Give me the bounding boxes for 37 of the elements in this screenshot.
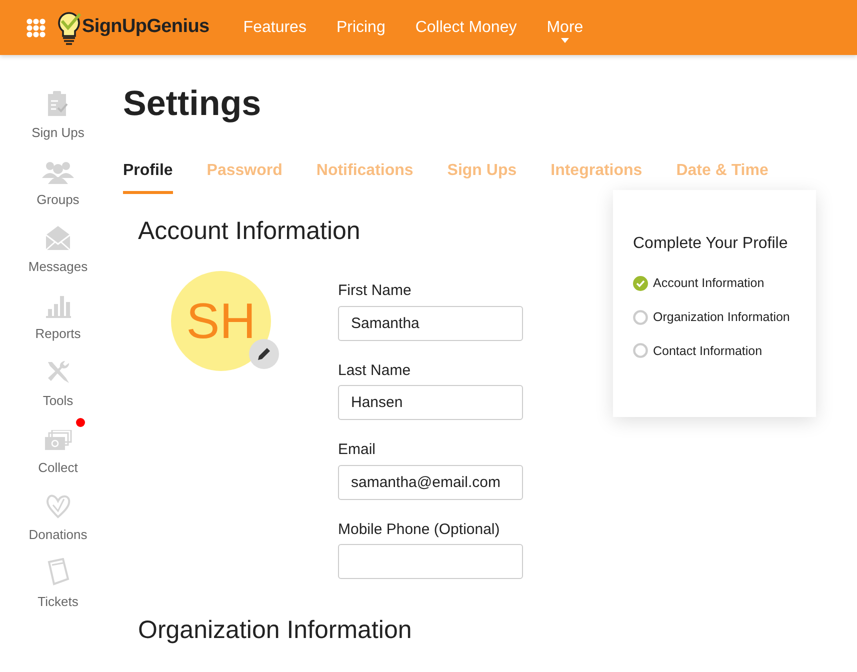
- sidebar-item[interactable]: Collect: [0, 418, 116, 485]
- input-field[interactable]: Samantha: [338, 306, 523, 340]
- pencil-icon: [257, 347, 271, 361]
- sidebar-item[interactable]: Sign Ups: [0, 83, 116, 150]
- input-field[interactable]: [338, 544, 523, 579]
- sidebar-item[interactable]: Groups: [0, 150, 116, 217]
- page-title: Settings: [123, 83, 262, 125]
- settings-tab[interactable]: Profile: [123, 159, 173, 194]
- tools-icon: [45, 359, 71, 385]
- section-heading: Organization Information: [138, 615, 413, 645]
- sidebar-item[interactable]: Donations: [0, 485, 116, 552]
- sidebar-item[interactable]: Messages: [0, 217, 116, 284]
- field-label: First Name: [338, 281, 412, 301]
- input-field[interactable]: Hansen: [338, 385, 523, 420]
- envelope-icon: [45, 225, 71, 251]
- heart-icon: [45, 493, 71, 519]
- sidebar-item[interactable]: Tools: [0, 351, 116, 418]
- step-label: Organization Information: [653, 308, 790, 326]
- ticket-icon: [46, 558, 70, 586]
- brand-name[interactable]: SignUpGenius: [82, 13, 210, 42]
- card-title: Complete Your Profile: [633, 234, 789, 254]
- step-label: Account Information: [653, 275, 764, 292]
- app-grid-icon[interactable]: [26, 18, 46, 38]
- field-label: Mobile Phone (Optional): [338, 520, 501, 540]
- section-heading: Account Information: [138, 216, 362, 246]
- lightbulb-logo-icon: [56, 10, 82, 44]
- input-field[interactable]: samantha@email.com: [338, 464, 523, 500]
- field-label: Email: [338, 440, 377, 460]
- field-label: Last Name: [338, 360, 412, 380]
- people-icon: [42, 160, 74, 184]
- step-label: Contact Information: [653, 342, 762, 360]
- bar-chart-icon: [45, 294, 71, 318]
- edit-avatar-button[interactable]: [249, 339, 279, 369]
- sidebar-item[interactable]: Tickets: [0, 552, 116, 619]
- clipboard-icon: [46, 91, 70, 117]
- money-icon: [44, 430, 72, 452]
- sidebar-item[interactable]: Reports: [0, 284, 116, 351]
